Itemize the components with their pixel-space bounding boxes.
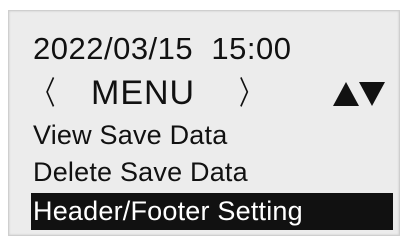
- menu-item-header-footer-setting[interactable]: Header/Footer Setting: [31, 193, 393, 230]
- device-bezel: 2022/03/15 15:00 〈 MENU 〉 View Save Data…: [0, 0, 411, 244]
- menu-title: MENU: [91, 74, 196, 112]
- menu-list: View Save Data Delete Save Data Header/F…: [31, 117, 393, 230]
- prev-menu-arrow[interactable]: 〈: [33, 73, 55, 113]
- lcd-screen: 2022/03/15 15:00 〈 MENU 〉 View Save Data…: [8, 10, 400, 236]
- datetime-display: 2022/03/15 15:00: [33, 31, 292, 66]
- menu-item-delete-save-data[interactable]: Delete Save Data: [31, 154, 393, 191]
- triangle-down-icon[interactable]: [359, 82, 385, 106]
- menu-nav-bar: 〈 MENU 〉: [33, 73, 385, 113]
- next-menu-arrow[interactable]: 〉: [239, 73, 261, 113]
- triangle-up-icon[interactable]: [333, 82, 359, 106]
- scroll-indicator: [333, 82, 385, 108]
- menu-item-view-save-data[interactable]: View Save Data: [31, 117, 393, 154]
